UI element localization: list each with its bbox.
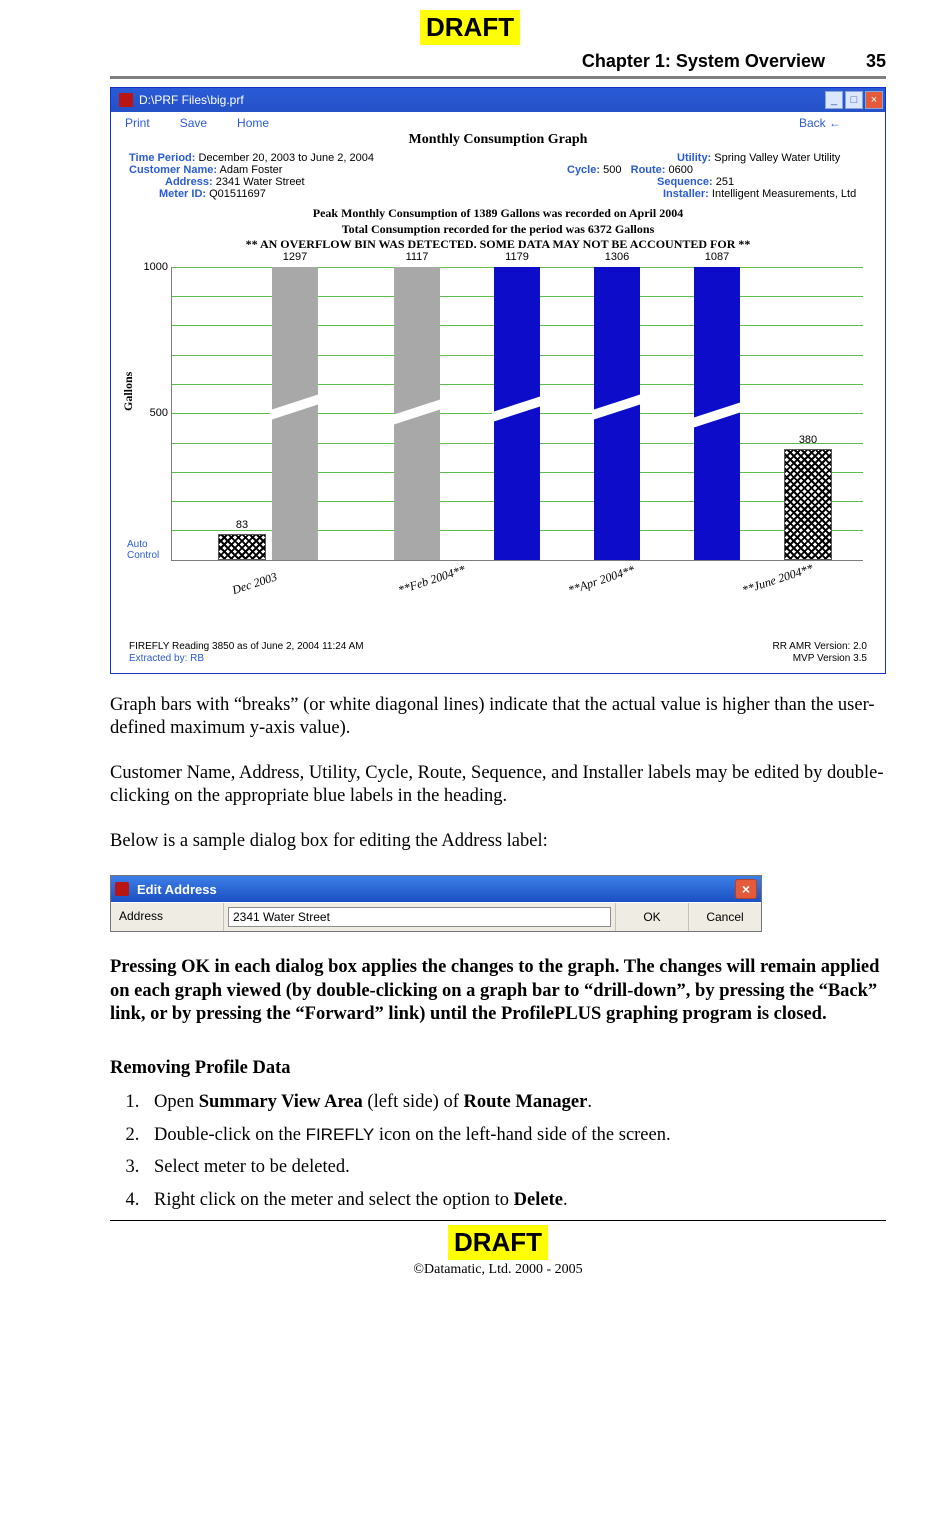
installer-label[interactable]: Installer: <box>663 188 709 200</box>
close-button[interactable]: × <box>865 91 883 109</box>
dialog-field-label: Address <box>111 903 224 931</box>
paragraph-ok-note: Pressing OK in each dialog box applies t… <box>110 956 886 1025</box>
save-link[interactable]: Save <box>180 116 207 130</box>
back-link[interactable]: Back ← <box>799 116 841 130</box>
dialog-title: Edit Address <box>137 882 217 897</box>
meter-label[interactable]: Meter ID: <box>159 188 206 200</box>
paragraph-labels: Customer Name, Address, Utility, Cycle, … <box>110 762 886 808</box>
chapter-title: Chapter 1: System Overview <box>582 51 825 71</box>
edit-address-dialog: Edit Address × Address OK Cancel <box>110 875 762 932</box>
bar-apr-overflow[interactable]: 1306 <box>594 267 640 560</box>
footer-reading: FIREFLY Reading 3850 as of June 2, 2004 … <box>129 641 364 653</box>
graph-menubar: Print Save Home Back ← <box>111 112 885 134</box>
bar-dec-overflow[interactable]: 1297 <box>272 267 318 560</box>
draft-watermark-top: DRAFT <box>420 10 520 45</box>
cycle-label[interactable]: Cycle: <box>567 164 600 176</box>
x-label: Dec 2003 <box>230 569 279 598</box>
bar-value: 1117 <box>387 251 447 263</box>
peak-line-1: Peak Monthly Consumption of 1389 Gallons… <box>111 206 885 222</box>
bar-value: 1179 <box>487 251 547 263</box>
footer-version-2: MVP Version 3.5 <box>773 653 867 665</box>
minimize-button[interactable]: _ <box>825 91 843 109</box>
time-period-label[interactable]: Time Period: <box>129 152 195 164</box>
peak-summary: Peak Monthly Consumption of 1389 Gallons… <box>111 206 885 253</box>
bar-mar-overflow[interactable]: 1179 <box>494 267 540 560</box>
y-axis-label: Gallons <box>121 371 136 410</box>
address-input[interactable] <box>228 907 611 927</box>
utility-label[interactable]: Utility: <box>677 152 711 164</box>
dialog-close-button[interactable]: × <box>735 879 757 899</box>
dialog-icon <box>115 882 129 896</box>
bar-value: 1087 <box>687 251 747 263</box>
bar-value: 1297 <box>265 251 325 263</box>
customer-label[interactable]: Customer Name: <box>129 164 217 176</box>
route-label[interactable]: Route: <box>631 164 666 176</box>
chart-area: Gallons AutoControl 1000 500 83 1297 111… <box>127 261 869 631</box>
bar-feb-overflow[interactable]: 1117 <box>394 267 440 560</box>
route-value: 0600 <box>669 164 693 176</box>
page-number: 35 <box>846 51 886 72</box>
step-3: Select meter to be deleted. <box>144 1154 886 1181</box>
bar-value: 83 <box>212 519 272 531</box>
meter-value: Q01511697 <box>209 188 266 200</box>
cycle-value: 500 <box>603 164 621 176</box>
x-label: **June 2004** <box>740 561 815 598</box>
footer-version-1: RR AMR Version: 2.0 <box>773 641 867 653</box>
consumption-graph-window: D:\PRF Files\big.prf _ □ × Print Save Ho… <box>110 87 886 674</box>
auto-control-link[interactable]: AutoControl <box>127 539 159 561</box>
ok-button[interactable]: OK <box>615 903 688 931</box>
app-icon <box>119 93 133 107</box>
peak-line-2: Total Consumption recorded for the perio… <box>111 222 885 238</box>
x-label: **Apr 2004** <box>566 562 636 598</box>
print-link[interactable]: Print <box>125 116 150 130</box>
maximize-button[interactable]: □ <box>845 91 863 109</box>
time-period-value: December 20, 2003 to June 2, 2004 <box>199 152 375 164</box>
copyright: ©Datamatic, Ltd. 2000 - 2005 <box>110 1262 886 1278</box>
bar-dec-hatch[interactable]: 83 <box>218 534 266 559</box>
home-link[interactable]: Home <box>237 116 269 130</box>
y-tick-500: 500 <box>134 407 172 419</box>
window-titlebar: D:\PRF Files\big.prf _ □ × <box>111 88 885 112</box>
sequence-label[interactable]: Sequence: <box>657 176 713 188</box>
bar-value: 380 <box>778 434 838 446</box>
header-rule <box>110 76 886 79</box>
address-label[interactable]: Address: <box>165 176 213 188</box>
footer-extracted: Extracted by: RB <box>129 653 364 665</box>
address-value: 2341 Water Street <box>216 176 305 188</box>
installer-value: Intelligent Measurements, Ltd <box>712 188 856 200</box>
section-heading: Removing Profile Data <box>110 1058 886 1079</box>
y-tick-1000: 1000 <box>134 261 172 273</box>
steps-list: Open Summary View Area (left side) of Ro… <box>110 1089 886 1214</box>
draft-watermark-bottom: DRAFT <box>448 1225 548 1260</box>
sequence-value: 251 <box>716 176 734 188</box>
window-title: D:\PRF Files\big.prf <box>139 93 244 107</box>
x-label: **Feb 2004** <box>396 562 467 598</box>
cancel-button[interactable]: Cancel <box>688 903 761 931</box>
step-1: Open Summary View Area (left side) of Ro… <box>144 1089 886 1116</box>
customer-value: Adam Foster <box>219 164 282 176</box>
bar-may-overflow[interactable]: 1087 <box>694 267 740 560</box>
bar-jun-hatch[interactable]: 380 <box>784 449 832 559</box>
paragraph-breaks: Graph bars with “breaks” (or white diago… <box>110 694 886 740</box>
footer-rule <box>110 1220 886 1221</box>
plot-area: 1000 500 83 1297 1117 1179 1306 1087 380 <box>171 267 863 561</box>
graph-title: Monthly Consumption Graph <box>111 132 885 148</box>
step-2: Double-click on the FIREFLY icon on the … <box>144 1122 886 1149</box>
utility-value: Spring Valley Water Utility <box>714 152 840 164</box>
bar-value: 1306 <box>587 251 647 263</box>
page-header: Chapter 1: System Overview 35 <box>110 51 886 72</box>
step-4: Right click on the meter and select the … <box>144 1187 886 1214</box>
dialog-titlebar: Edit Address × <box>111 876 761 902</box>
paragraph-dialog-intro: Below is a sample dialog box for editing… <box>110 830 886 853</box>
